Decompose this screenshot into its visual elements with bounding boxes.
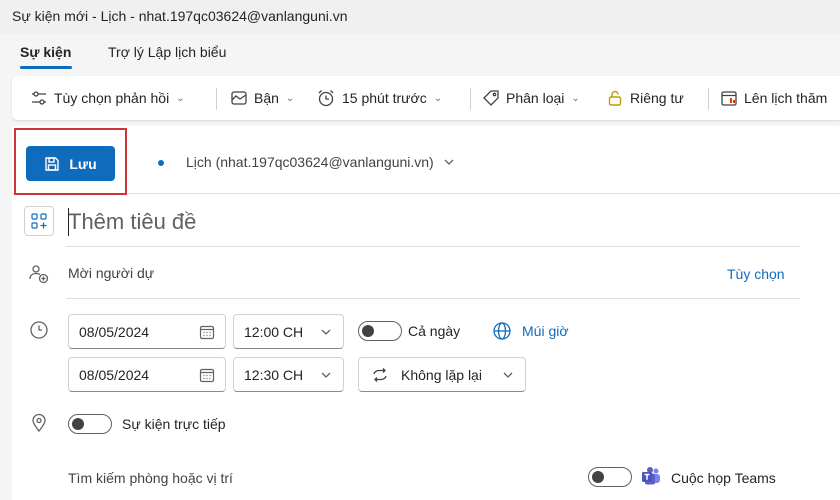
response-options-button[interactable]: Tùy chọn phản hồi ⌄ [30,76,185,120]
save-label: Lưu [69,155,97,172]
add-people-icon [29,265,49,284]
calendar-icon [199,325,215,340]
title-icon-box[interactable] [24,206,54,236]
response-options-label: Tùy chọn phản hồi [54,90,170,106]
ribbon-toolbar: Tùy chọn phản hồi ⌄ Bận ⌄ 15 phút trước … [12,76,840,120]
toolbar-divider [12,193,840,194]
end-time-select[interactable]: 12:30 CH [233,357,344,392]
chevron-down-icon: ⌄ [433,92,443,104]
time-zone-link[interactable]: Múi giờ [522,323,569,339]
all-day-toggle[interactable] [358,321,402,341]
start-date-value: 08/05/2024 [79,323,150,340]
repeat-value: Không lặp lại [401,366,482,383]
ribbon-divider [708,88,709,110]
ribbon-divider [470,88,471,110]
chevron-down-icon [321,329,331,335]
private-button[interactable]: Riêng tư [606,76,684,120]
categorize-label: Phân loại [506,90,565,106]
end-date-picker[interactable]: 08/05/2024 [68,357,226,392]
tab-bar: Sự kiện Trợ lý Lập lịch biểu [0,34,840,72]
text-caret [68,208,69,236]
all-day-label: Cả ngày [408,323,461,339]
globe-icon [493,322,511,340]
end-time-value: 12:30 CH [244,366,304,383]
lock-icon [608,90,622,106]
reminder-label: 15 phút trước [342,90,427,106]
tab-event[interactable]: Sự kiện [20,44,71,60]
save-button[interactable]: Lưu [26,146,115,181]
chevron-down-icon [321,372,331,378]
repeat-icon [373,367,387,382]
save-icon [45,156,60,171]
window-title: Sự kiện mới - Lịch - nhat.197qc03624@van… [12,8,348,24]
teams-meeting-label: Cuộc họp Teams [671,470,776,486]
end-date-value: 08/05/2024 [79,366,150,383]
start-time-value: 12:00 CH [244,323,304,340]
location-search-input[interactable]: Tìm kiếm phòng hoặc vị trí [68,470,233,486]
attendees-underline [66,298,800,299]
title-bar: Sự kiện mới - Lịch - nhat.197qc03624@van… [0,0,840,34]
busy-status-label: Bận [254,90,279,106]
sliders-icon [32,91,46,105]
event-form-pane [12,126,840,500]
calendar-chart-icon [721,91,737,106]
title-underline [66,246,800,247]
attendee-options-link[interactable]: Tùy chọn [727,266,785,282]
calendar-label: Lịch (nhat.197qc03624@vanlanguni.vn) [186,154,434,170]
chevron-down-icon: ⌄ [176,92,185,104]
busy-status-button[interactable]: Bận ⌄ [230,76,294,120]
calendar-selector[interactable]: Lịch (nhat.197qc03624@vanlanguni.vn) [186,154,456,170]
in-person-toggle[interactable] [68,414,112,434]
alarm-clock-icon [318,90,334,107]
attendees-input[interactable] [68,262,568,284]
chevron-down-icon: ⌄ [285,92,295,104]
teams-meeting-toggle[interactable] [588,467,632,487]
calendar-icon [199,368,215,383]
reminder-button[interactable]: 15 phút trước ⌄ [316,76,442,120]
calendar-color-dot [158,160,164,166]
chevron-down-icon [444,159,454,165]
start-date-picker[interactable]: 08/05/2024 [68,314,226,349]
event-title-input[interactable] [66,203,800,241]
clock-icon [30,321,48,339]
tab-scheduling-assistant[interactable]: Trợ lý Lập lịch biểu [108,44,226,60]
start-time-select[interactable]: 12:00 CH [233,314,344,349]
categorize-button[interactable]: Phân loại ⌄ [482,76,580,120]
status-block-icon [231,91,247,105]
add-title-icon [31,213,47,229]
schedule-visit-label: Lên lịch thăm [744,90,828,106]
schedule-visit-button[interactable]: Lên lịch thăm [720,76,827,120]
chevron-down-icon: ⌄ [571,92,580,104]
repeat-select[interactable]: Không lặp lại [358,357,526,392]
ribbon-divider [216,88,217,110]
tag-icon [483,90,499,106]
location-pin-icon [32,413,46,433]
private-label: Riêng tư [630,90,684,106]
teams-icon [642,467,660,485]
chevron-down-icon [503,372,513,378]
active-tab-indicator [20,66,72,69]
in-person-label: Sự kiện trực tiếp [122,416,226,432]
